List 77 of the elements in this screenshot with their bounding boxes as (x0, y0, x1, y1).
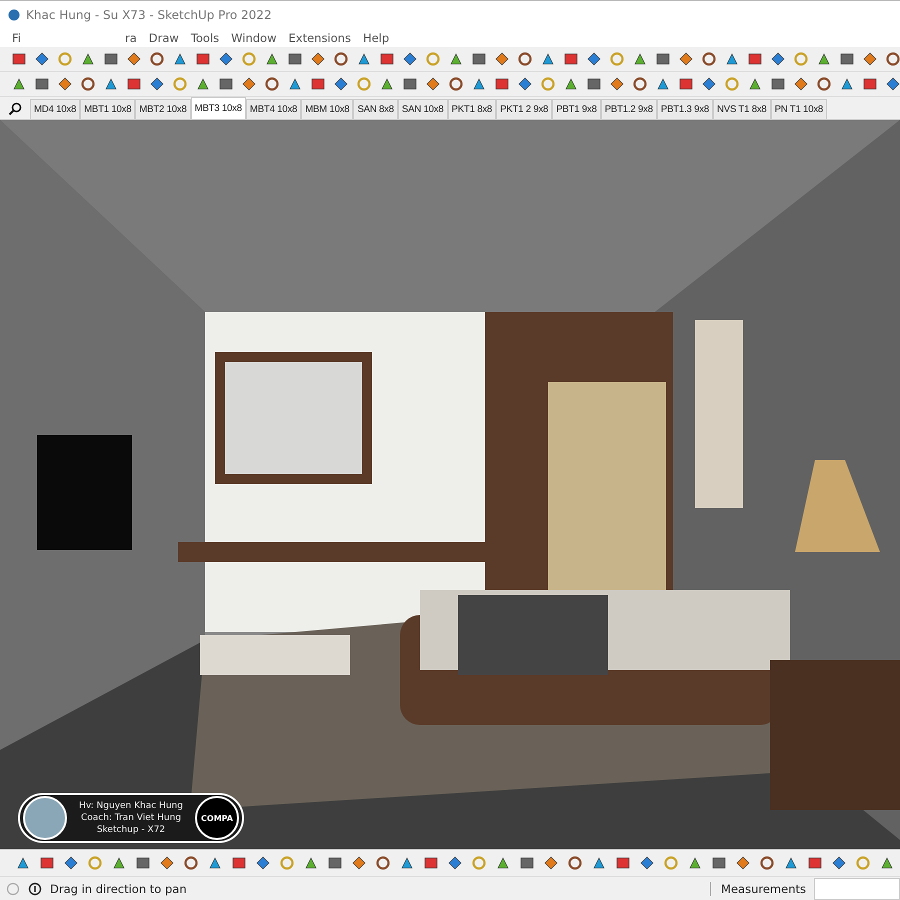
tool-button[interactable] (401, 50, 419, 68)
menu-item[interactable]: Window (225, 31, 282, 45)
tool-button[interactable] (884, 75, 900, 93)
card-text: Coach: Tran Viet Hung (80, 813, 182, 823)
measurements-field[interactable] (814, 878, 900, 900)
scene-tab[interactable]: NVS T1 8x8 (713, 99, 771, 119)
tool-button[interactable] (332, 50, 350, 68)
tool-button[interactable] (62, 854, 80, 872)
tool-button[interactable] (148, 75, 166, 93)
tool-button[interactable] (861, 50, 879, 68)
scene-tab[interactable]: MD4 10x8 (30, 99, 80, 119)
tool-button[interactable] (263, 75, 281, 93)
tool-button[interactable] (734, 854, 752, 872)
tool-button[interactable] (182, 854, 200, 872)
tool-button[interactable] (56, 75, 74, 93)
menu-item[interactable]: ra (118, 31, 143, 45)
scene-tab[interactable]: SAN 8x8 (353, 99, 398, 119)
tool-button[interactable] (332, 75, 350, 93)
tool-button[interactable] (446, 854, 464, 872)
tool-button[interactable] (700, 75, 718, 93)
menu-item[interactable]: Help (356, 31, 396, 45)
tool-button[interactable] (700, 50, 718, 68)
scene-tab[interactable]: PBT1.2 9x8 (600, 99, 657, 119)
tool-button[interactable] (350, 854, 368, 872)
scene-tab[interactable]: PBT1.3 9x8 (656, 99, 714, 119)
scene-tab[interactable]: MBT3 10x8 (190, 97, 246, 119)
compa-logo: COMPA (195, 796, 239, 840)
tool-button[interactable] (792, 75, 810, 93)
card-text: Hv: Nguyen Khac Hung (79, 801, 183, 811)
tool-button[interactable] (148, 50, 166, 68)
menu-item[interactable]: Tools (184, 31, 226, 45)
scene-tab[interactable]: MBM 10x8 (301, 99, 354, 119)
scene-tab[interactable]: SAN 10x8 (398, 99, 448, 119)
tool-button[interactable] (309, 50, 327, 68)
menu-item[interactable]: Fi (6, 31, 27, 45)
menu-item[interactable]: Draw (142, 31, 185, 45)
measurements-label: Measurements (710, 882, 806, 896)
tool-button[interactable] (677, 50, 695, 68)
tool-button[interactable] (158, 854, 176, 872)
scene-tab[interactable]: PKT1 2 9x8 (496, 99, 552, 119)
tool-button[interactable] (542, 854, 560, 872)
tool-button[interactable] (516, 75, 534, 93)
card-text: Sketchup - X72 (96, 825, 166, 835)
tool-button[interactable] (638, 854, 656, 872)
search-icon (8, 102, 22, 116)
app-logo-icon (8, 9, 20, 21)
tool-button[interactable] (493, 50, 511, 68)
tool-button[interactable] (447, 75, 465, 93)
menu-item[interactable]: Extensions (282, 31, 357, 45)
tool-button[interactable] (79, 75, 97, 93)
tool-button[interactable] (758, 854, 776, 872)
tool-button[interactable] (254, 854, 272, 872)
tool-button[interactable] (830, 854, 848, 872)
tool-button[interactable] (516, 50, 534, 68)
tool-button[interactable] (608, 75, 626, 93)
tool-button[interactable] (424, 75, 442, 93)
avatar-circle (23, 796, 67, 840)
tool-button[interactable] (217, 50, 235, 68)
tool-button[interactable] (33, 50, 51, 68)
tool-button[interactable] (585, 50, 603, 68)
tool-button[interactable] (374, 854, 392, 872)
tool-button[interactable] (769, 50, 787, 68)
scene-tab[interactable]: MBT4 10x8 (246, 99, 302, 119)
scene-tab[interactable]: MBT1 10x8 (80, 99, 136, 119)
info-icon[interactable] (28, 882, 42, 896)
scene-tab[interactable]: PKT1 8x8 (448, 99, 496, 119)
status-hint: Drag in direction to pan (50, 882, 188, 896)
tool-button[interactable] (631, 75, 649, 93)
tool-button[interactable] (240, 75, 258, 93)
scene-tab[interactable]: PBT1 9x8 (552, 99, 601, 119)
scene-tab[interactable]: MBT2 10x8 (135, 99, 191, 119)
scene-tab[interactable]: PN T1 10x8 (770, 99, 828, 119)
window-title: Khac Hung - Su X73 - SketchUp Pro 2022 (26, 8, 272, 22)
tool-button[interactable] (125, 50, 143, 68)
tool-button[interactable] (884, 50, 900, 68)
tool-button[interactable] (815, 75, 833, 93)
tool-button[interactable] (566, 854, 584, 872)
